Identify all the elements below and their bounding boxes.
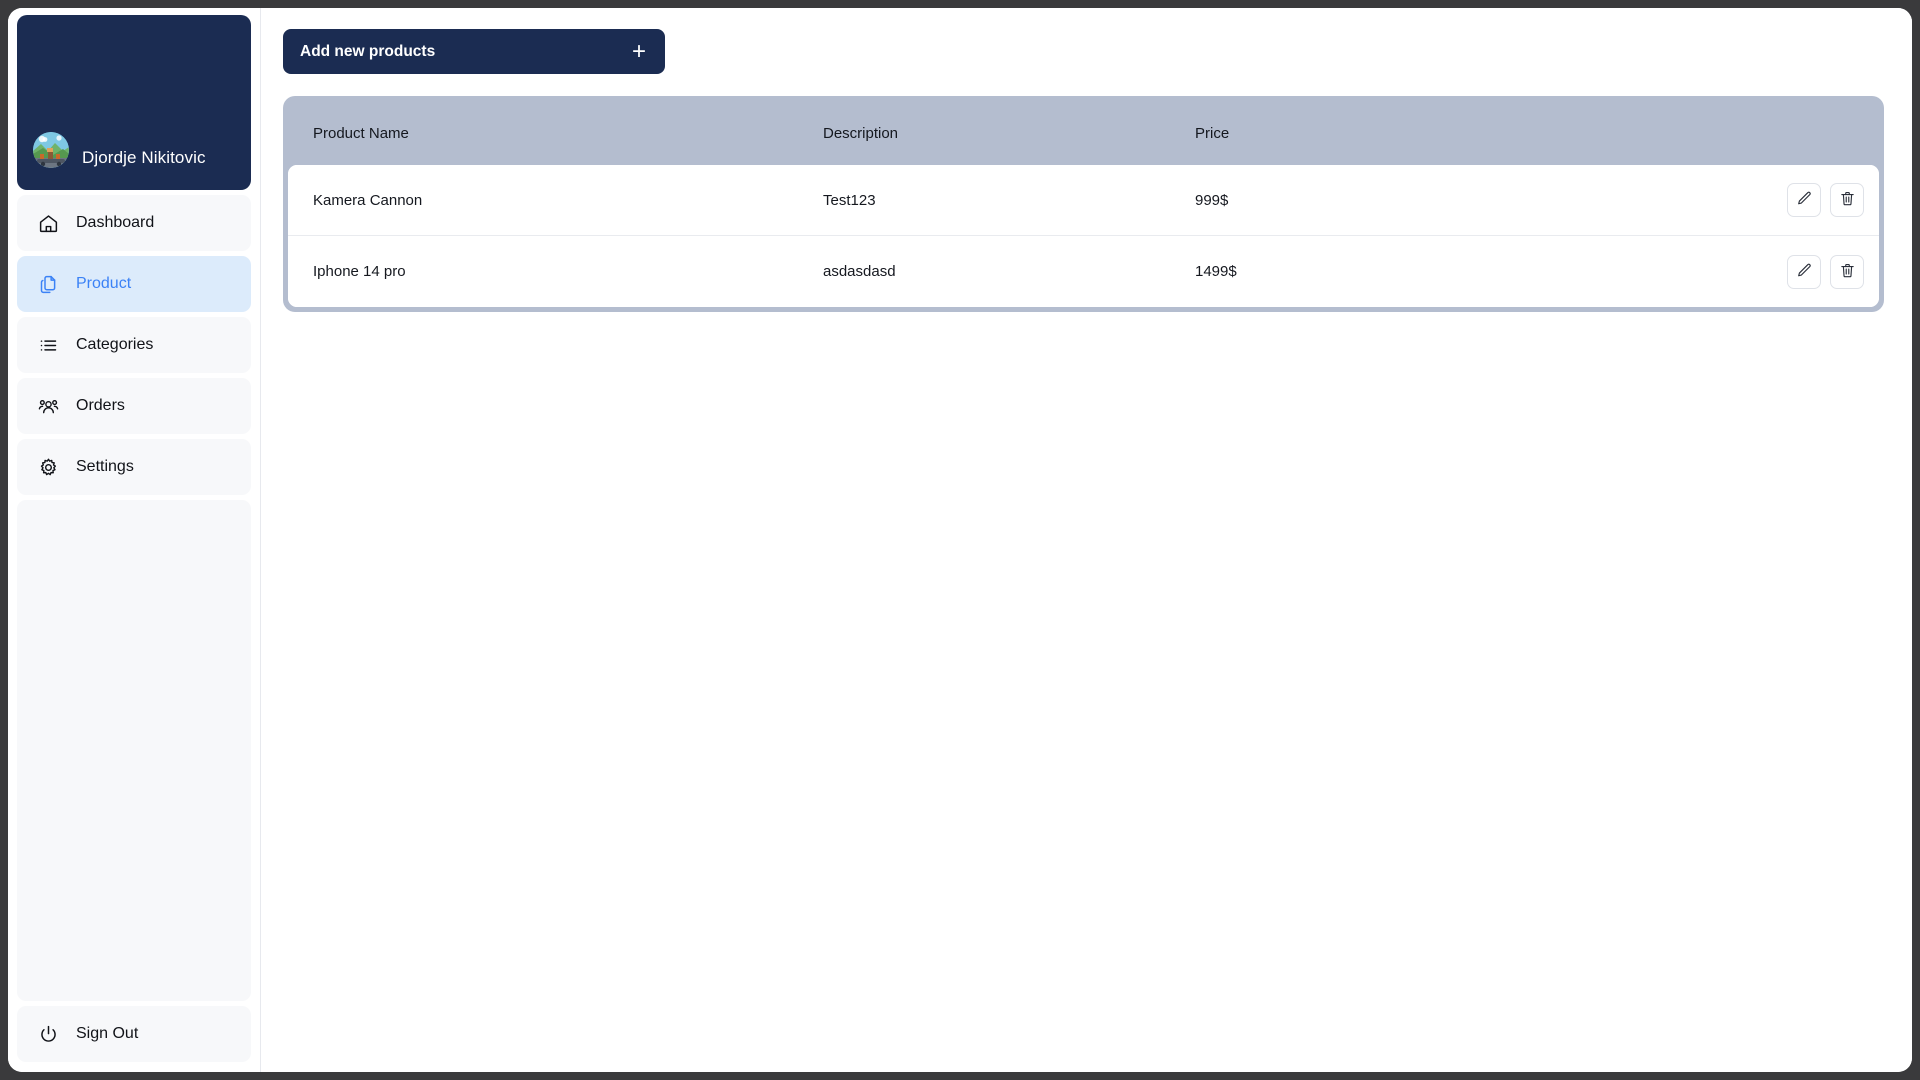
documents-icon <box>37 273 59 295</box>
sidebar-item-categories[interactable]: Categories <box>17 317 251 373</box>
column-header-product-name: Product Name <box>313 124 409 142</box>
sidebar-empty-panel <box>17 500 251 1001</box>
table-row: Kamera Cannon Test123 999$ <box>288 165 1879 236</box>
gear-icon <box>37 456 59 478</box>
main-content: Add new products + Product Name Descript… <box>261 8 1912 1072</box>
cell-price: 1499$ <box>1195 263 1237 280</box>
pencil-icon <box>1796 190 1813 210</box>
people-icon <box>37 395 59 417</box>
edit-button[interactable] <box>1787 183 1821 217</box>
trash-icon <box>1839 190 1856 210</box>
cell-price: 999$ <box>1195 191 1229 209</box>
plus-icon: + <box>631 37 646 65</box>
table-body: Kamera Cannon Test123 999$ Iphone 14 pro… <box>288 165 1879 307</box>
sidebar-item-product[interactable]: Product <box>17 256 251 312</box>
column-header-price: Price <box>1195 124 1230 142</box>
power-icon <box>37 1023 59 1045</box>
app-window: Djordje Nikitovic Dashboard Product Cate… <box>8 8 1912 1072</box>
row-actions <box>1719 254 1879 289</box>
trash-icon <box>1839 262 1856 282</box>
cell-product-name: Kamera Cannon <box>313 191 423 209</box>
sidebar-item-label: Categories <box>76 336 154 353</box>
sign-out-label: Sign Out <box>76 1025 139 1042</box>
home-icon <box>37 212 59 234</box>
avatar <box>33 132 69 168</box>
sidebar-nav: Dashboard Product Categories Orders Sett… <box>14 195 254 495</box>
row-actions <box>1719 183 1879 217</box>
add-new-products-button[interactable]: Add new products + <box>283 29 665 74</box>
sidebar-item-dashboard[interactable]: Dashboard <box>17 195 251 251</box>
table-header-row: Product Name Description Price <box>288 101 1879 165</box>
cell-description: asdasdasd <box>823 263 896 280</box>
sidebar-item-label: Settings <box>76 458 134 475</box>
column-header-description: Description <box>823 124 899 142</box>
sidebar: Djordje Nikitovic Dashboard Product Cate… <box>8 8 261 1072</box>
add-button-label: Add new products <box>300 42 436 60</box>
products-table: Product Name Description Price Kamera Ca… <box>283 96 1884 312</box>
sidebar-item-settings[interactable]: Settings <box>17 439 251 495</box>
pencil-icon <box>1796 262 1813 282</box>
delete-button[interactable] <box>1830 183 1864 217</box>
cell-description: Test123 <box>823 191 876 209</box>
edit-button[interactable] <box>1787 254 1821 289</box>
sidebar-item-orders[interactable]: Orders <box>17 378 251 434</box>
profile-name: Djordje Nikitovic <box>82 148 206 167</box>
sidebar-item-label: Orders <box>76 397 125 414</box>
cell-product-name: Iphone 14 pro <box>313 263 406 280</box>
table-row: Iphone 14 pro asdasdasd 1499$ <box>288 236 1879 307</box>
delete-button[interactable] <box>1830 254 1864 289</box>
sign-out-button[interactable]: Sign Out <box>17 1006 251 1062</box>
sidebar-item-label: Product <box>76 275 132 292</box>
list-icon <box>37 334 59 356</box>
sidebar-item-label: Dashboard <box>76 214 155 231</box>
profile-card: Djordje Nikitovic <box>17 15 251 190</box>
